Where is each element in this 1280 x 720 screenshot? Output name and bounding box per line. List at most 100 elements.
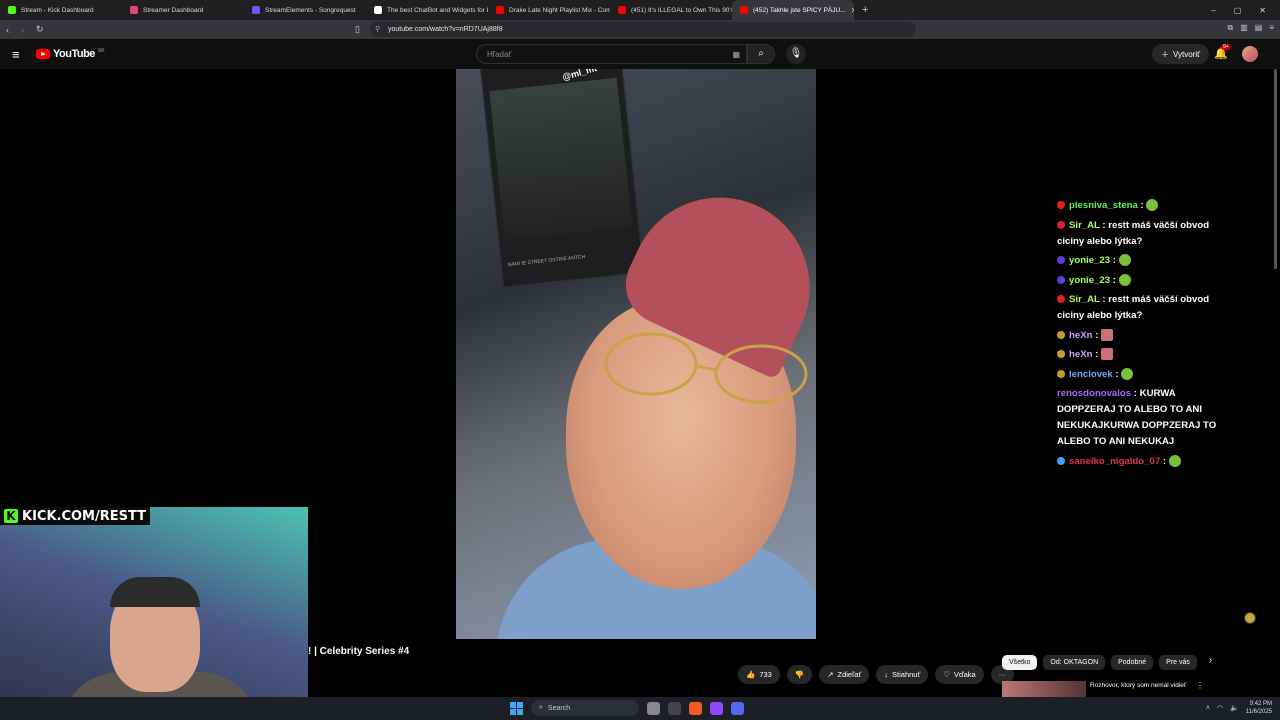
new-tab-button[interactable]: +	[854, 4, 876, 16]
windows-taskbar: ⌕ Search ˄ ◠ 🔈 9:42 PM 11/6/2025	[0, 697, 1280, 720]
forward-icon[interactable]: ›	[21, 25, 24, 35]
chat-emote-icon	[1118, 254, 1131, 267]
tab-label: (452) Takhle jste SPICY PÁJU...	[753, 6, 846, 14]
chat-badge-icon	[1057, 256, 1065, 265]
wifi-icon[interactable]: ◠	[1217, 704, 1223, 712]
taskbar-search-label: Search	[547, 704, 571, 712]
scroll-thumb[interactable]	[1274, 69, 1277, 269]
clock[interactable]: 9:42 PM 11/6/2025	[1246, 700, 1272, 716]
recommended-video-title[interactable]: Rozhovor, ktorý som nemal vidieť	[1090, 682, 1200, 690]
create-button[interactable]: ＋ Vytvoriť	[1152, 44, 1210, 64]
create-label: Vytvoriť	[1173, 49, 1201, 59]
chevron-right-icon[interactable]: ›	[1209, 655, 1212, 670]
minimize-button[interactable]: –	[1211, 6, 1215, 15]
like-button[interactable]: 👍 733	[738, 665, 780, 684]
recommendation-chips: Všetko Od: OKTAGON Podobné Pre vás ›	[1002, 655, 1212, 670]
browser-tab[interactable]: Drake Late Night Playlist Mix - Comp...	[488, 0, 610, 20]
mic-icon: 🎙	[789, 48, 803, 59]
chip-all[interactable]: Všetko	[1002, 655, 1038, 670]
back-icon[interactable]: ‹	[6, 25, 9, 35]
browser-tab[interactable]: (451) It's ILLEGAL to Own This 90's H...	[610, 0, 732, 20]
menu-icon[interactable]: ≡	[1269, 23, 1274, 33]
tab-favicon-icon	[130, 6, 138, 14]
chat-badge-icon	[1057, 350, 1065, 359]
chat-message: yonie_23 :	[1057, 273, 1227, 289]
video-player[interactable]: @ml_mt NAMI IE STREET OSTRIE ANTCH	[456, 69, 816, 639]
kebab-menu-icon[interactable]: ⋮	[1196, 681, 1204, 690]
chat-username: yonie_23	[1069, 255, 1111, 266]
browser-tab-bar: Stream - Kick Dashboard Streamer Dashboar…	[0, 0, 1280, 20]
recommended-video-thumbnail[interactable]	[1002, 681, 1086, 697]
avatar[interactable]	[1242, 46, 1258, 62]
chat-badge-icon	[1057, 295, 1065, 304]
download-label: Stiahnuť	[892, 670, 921, 679]
browser-tab[interactable]: Streamer Dashboard	[122, 0, 244, 20]
task-view-icon[interactable]	[647, 701, 660, 715]
dislike-button[interactable]: 👎	[786, 665, 813, 684]
share-button[interactable]: ↗ Zdieľať	[819, 665, 870, 684]
tab-favicon-icon	[252, 6, 260, 14]
windows-start-icon[interactable]	[510, 701, 523, 715]
kick-brand-banner: K KICK.COM/RESTT	[0, 507, 151, 525]
thanks-icon: ♡	[943, 670, 950, 679]
chat-message: Sir_AL : restt máš väčší obvod ciciny al…	[1057, 292, 1227, 324]
search-input[interactable]: Hľadať ▦	[476, 44, 747, 64]
chat-emote-icon	[1168, 454, 1181, 467]
search-button[interactable]: ⌕	[747, 44, 775, 64]
floating-widget-icon[interactable]	[1244, 612, 1256, 624]
site-info-icon[interactable]: ⚲	[375, 25, 380, 33]
obs-icon[interactable]	[710, 701, 723, 715]
url-bar[interactable]: ⚲ youtube.com/watch?v=nRD7UAj88f8	[370, 22, 916, 37]
close-window-button[interactable]: ✕	[1259, 6, 1266, 15]
extensions-area: ⧉ ▥ ▤ ≡	[1227, 23, 1274, 33]
chat-username: heXn	[1069, 349, 1093, 360]
taskbar-search[interactable]: ⌕ Search	[531, 700, 639, 716]
extension-icon[interactable]: ⧉	[1227, 23, 1233, 33]
browser-tab[interactable]: The best ChatBot and Widgets for K...	[366, 0, 488, 20]
chip-from-channel[interactable]: Od: OKTAGON	[1043, 655, 1106, 670]
brave-browser-icon[interactable]	[689, 701, 702, 715]
chat-badge-icon	[1057, 220, 1065, 229]
thumbs-up-icon: 👍	[746, 670, 756, 679]
thanks-button[interactable]: ♡ Vďaka	[935, 665, 984, 684]
hamburger-menu-icon[interactable]: ≡	[12, 47, 20, 62]
chat-message: heXn :	[1057, 328, 1227, 344]
youtube-logo[interactable]: YouTube SK	[36, 48, 105, 60]
country-code: SK	[97, 47, 105, 54]
bookmark-icon[interactable]: ▯	[355, 24, 360, 35]
notification-badge: 9+	[1221, 44, 1231, 50]
chat-separator: :	[1112, 368, 1122, 380]
reload-icon[interactable]: ↻	[36, 24, 44, 35]
chat-username: heXn	[1069, 329, 1093, 341]
chat-username: yonie_23	[1069, 274, 1111, 286]
chat-username: Sir_AL	[1069, 294, 1100, 305]
voice-search-button[interactable]: 🎙	[786, 44, 806, 64]
more-icon: ···	[998, 670, 1007, 679]
tab-label: Drake Late Night Playlist Mix - Comp...	[509, 6, 610, 14]
discord-icon[interactable]	[731, 701, 744, 715]
tab-label: (451) It's ILLEGAL to Own This 90's H...	[631, 6, 732, 14]
volume-icon[interactable]: 🔈	[1230, 704, 1239, 712]
chip-related[interactable]: Podobné	[1111, 655, 1154, 670]
wallet-icon[interactable]: ▤	[1255, 23, 1263, 33]
page-scrollbar[interactable]	[1273, 69, 1278, 697]
browser-tab[interactable]: (452) Takhle jste SPICY PÁJU... ✕	[732, 0, 854, 20]
chat-username: sanelko_nigaldo_07	[1069, 455, 1161, 467]
chat-message: plesniva_stena :	[1057, 198, 1227, 214]
maximize-button[interactable]: ▢	[1234, 6, 1242, 15]
tab-list: Stream - Kick Dashboard Streamer Dashboar…	[0, 0, 854, 20]
chat-message: sanelko_nigaldo_07 :	[1057, 454, 1227, 470]
sidebar-icon[interactable]: ▥	[1240, 23, 1248, 33]
keyboard-icon[interactable]: ▦	[732, 50, 740, 59]
chat-badge-icon	[1057, 369, 1065, 378]
download-button[interactable]: ↓ Stiahnuť	[876, 665, 929, 684]
chevron-up-icon[interactable]: ˄	[1206, 705, 1210, 712]
chip-for-you[interactable]: Pre vás	[1159, 655, 1197, 670]
browser-tab[interactable]: Stream - Kick Dashboard	[0, 0, 122, 20]
glasses-shape	[604, 332, 808, 404]
app-icon[interactable]	[668, 701, 681, 715]
webcam-overlay	[0, 507, 308, 720]
browser-tab[interactable]: StreamElements - Songrequest	[244, 0, 366, 20]
chat-separator: :	[1137, 200, 1147, 211]
chat-separator: :	[1110, 255, 1119, 266]
